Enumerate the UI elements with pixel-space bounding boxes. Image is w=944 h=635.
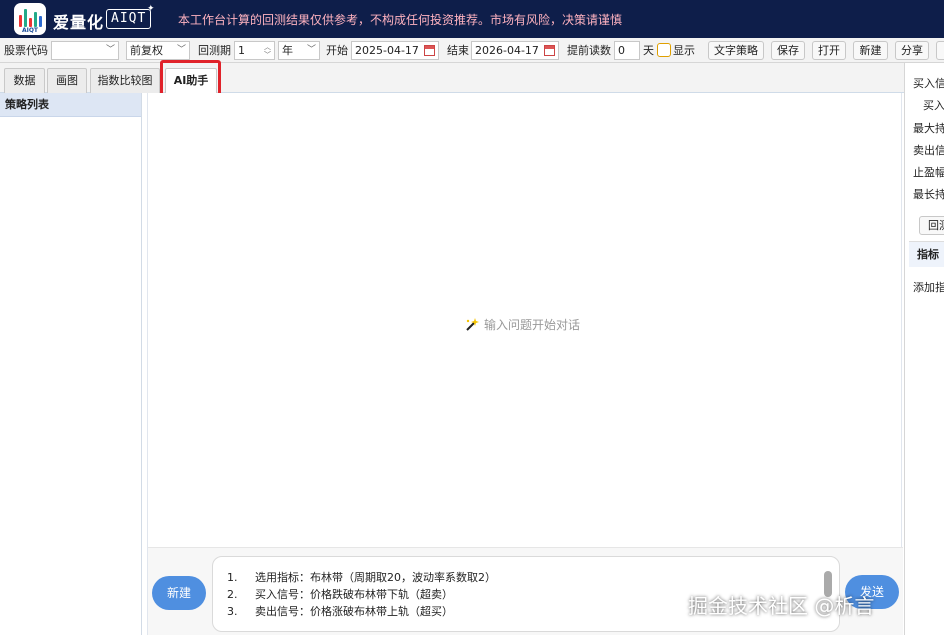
tab-draw[interactable]: 画图 <box>47 68 87 93</box>
tab-bar: 数据 画图 指数比较图 AI助手 <box>0 63 904 94</box>
stepper-arrows-icon[interactable]: ︿ ﹀ <box>264 43 271 59</box>
right-item: 买入 <box>923 99 944 112</box>
save-button[interactable]: 保存 <box>771 41 805 60</box>
right-item: 最大持 <box>913 122 944 135</box>
open-button[interactable]: 打开 <box>812 41 846 60</box>
end-date-field[interactable]: 2026-04-17 <box>471 41 559 60</box>
right-item: 最长持 <box>913 188 944 201</box>
share-button[interactable]: 分享 <box>895 41 929 60</box>
watermark: 掘金技术社区 @析言 <box>688 594 875 618</box>
start-label: 开始 <box>326 44 348 57</box>
logo-text: AIQT <box>21 27 39 34</box>
chevron-down-icon: ﹀ <box>306 45 316 55</box>
chat-panel: 输入问题开始对话 新建 1. 选用指标：布林带（周期取20，波动率系数取2） 2.… <box>147 93 903 635</box>
more-button[interactable] <box>936 41 944 60</box>
advance-input[interactable]: 0 <box>614 41 640 60</box>
input-line: 2. 买入信号：价格跌破布林带下轨（超卖） <box>227 588 453 601</box>
start-date-field[interactable]: 2025-04-17 <box>351 41 439 60</box>
tab-indicator[interactable]: 指标 <box>909 241 944 267</box>
chevron-down-icon: ﹀ <box>105 45 115 55</box>
tab-index-compare[interactable]: 指数比较图 <box>90 68 160 93</box>
toolbar: 股票代码 ﹀ 前复权 ﹀ 回测期 1 ︿ ﹀ 年 ﹀ 开始 2025-04-17 结束 … <box>0 38 944 63</box>
tab-data[interactable]: 数据 <box>4 68 45 93</box>
right-item: 买入信 <box>913 77 944 90</box>
risk-notice: 本工作台计算的回测结果仅供参考，不构成任何投资推荐。市场有风险，决策请谨慎 <box>178 13 623 27</box>
empty-hint: 输入问题开始对话 <box>484 318 581 332</box>
strategy-panel: 策略列表 <box>0 93 142 635</box>
period-unit-select[interactable]: 年 ﹀ <box>278 41 320 60</box>
text-strategy-button[interactable]: 文字策略 <box>708 41 764 60</box>
calendar-icon[interactable] <box>544 45 555 56</box>
stock-code-label: 股票代码 <box>4 44 48 57</box>
period-label: 回测期 <box>198 44 231 57</box>
app-header: AIQT 爱量化 AIQT ✦ 本工作台计算的回测结果仅供参考，不构成任何投资推… <box>0 0 944 38</box>
day-label: 天 <box>643 44 654 57</box>
backtest-button[interactable]: 回测 <box>919 216 944 235</box>
input-line: 3. 卖出信号：价格涨破布林带上轨（超买） <box>227 605 453 618</box>
sparkle-icon: ✦ <box>147 4 155 14</box>
right-item: 止盈幅 <box>913 166 944 179</box>
stock-code-select[interactable]: ﹀ <box>51 41 119 60</box>
advance-label: 提前读数 <box>567 44 611 57</box>
strategy-list-title: 策略列表 <box>0 93 141 117</box>
empty-state: 输入问题开始对话 <box>464 316 580 333</box>
input-line: 1. 选用指标：布林带（周期取20，波动率系数取2） <box>227 571 496 584</box>
show-label: 显示 <box>673 44 695 57</box>
new-button[interactable]: 新建 <box>853 41 888 60</box>
period-stepper[interactable]: 1 ︿ ﹀ <box>234 41 275 60</box>
end-label: 结束 <box>447 44 469 57</box>
chevron-down-icon: ﹀ <box>176 45 186 55</box>
magic-wand-icon <box>466 317 479 331</box>
right-panel: 买入信 买入 最大持 卖出信 止盈幅 最长持 回测 指标 添加指 <box>904 63 944 635</box>
input-text: 1. 选用指标：布林带（周期取20，波动率系数取2） 2. 买入信号：价格跌破布林带… <box>227 569 496 620</box>
new-chat-button[interactable]: 新建 <box>152 576 206 610</box>
calendar-icon[interactable] <box>424 45 435 56</box>
app-logo: AIQT <box>14 3 46 35</box>
aiqt-badge: AIQT <box>106 9 152 29</box>
adjust-select[interactable]: 前复权 ﹀ <box>126 41 190 60</box>
right-item: 卖出信 <box>913 144 944 157</box>
brand-name: 爱量化 <box>53 13 105 32</box>
show-checkbox[interactable] <box>657 43 671 57</box>
add-indicator-link[interactable]: 添加指 <box>913 279 944 295</box>
